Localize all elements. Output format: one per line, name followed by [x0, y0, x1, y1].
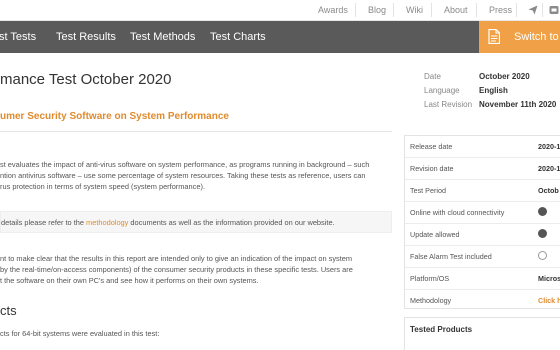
details-label: Online with cloud connectivity — [410, 208, 505, 217]
top-utility-bar: Awards Blog Wiki About Press — [0, 0, 560, 21]
main-nav: st Tests Test Results Test Methods Test … — [0, 21, 560, 53]
meta-language-label: Language — [424, 86, 460, 95]
products-intro-text: cts for 64-bit systems were evaluated in… — [0, 329, 160, 338]
details-row-update-allowed: Update allowed — [405, 224, 560, 246]
top-link-awards[interactable]: Awards — [318, 4, 348, 16]
check-filled-icon — [538, 229, 547, 238]
top-separator — [431, 3, 432, 17]
top-separator — [516, 3, 517, 17]
social-icon[interactable] — [549, 4, 559, 16]
top-link-wiki[interactable]: Wiki — [406, 4, 423, 16]
check-empty-icon — [538, 251, 547, 260]
methodology-link[interactable]: methodology — [86, 218, 128, 227]
details-row-methodology: Methodology Click h — [405, 290, 560, 311]
details-row-release-date: Release date 2020-1 — [405, 136, 560, 158]
nav-item-test-results[interactable]: Test Results — [56, 21, 116, 53]
intro-line: st evaluates the impact of anti-virus so… — [0, 160, 370, 169]
note-box: details please refer to the methodology … — [0, 211, 392, 233]
details-label: Update allowed — [410, 230, 460, 239]
top-link-blog[interactable]: Blog — [368, 4, 386, 16]
top-link-press[interactable]: Press — [489, 4, 512, 16]
tested-products-label[interactable]: Tested Products — [410, 325, 472, 334]
send-icon[interactable] — [528, 4, 538, 16]
switch-language-label: Switch to E — [514, 31, 560, 43]
note-suffix: documents as well as the information pro… — [128, 218, 335, 227]
nav-item-test-charts[interactable]: Test Charts — [210, 21, 266, 53]
meta-language-value: English — [479, 86, 508, 95]
nav-item-test-methods[interactable]: Test Methods — [130, 21, 195, 53]
details-label: Platform/OS — [410, 274, 450, 283]
document-icon — [488, 28, 501, 45]
meta-date-label: Date — [424, 72, 441, 81]
note-prefix: details please refer to the — [1, 218, 87, 227]
top-separator — [355, 3, 356, 17]
details-row-false-alarm: False Alarm Test included — [405, 246, 560, 268]
methodology-click-link[interactable]: Click h — [538, 296, 560, 305]
top-separator — [393, 3, 394, 17]
page-title: mance Test October 2020 — [0, 71, 172, 88]
test-details-table: Release date 2020-1 Revision date 2020-1… — [404, 135, 560, 309]
details-row-revision-date: Revision date 2020-1 — [405, 158, 560, 180]
top-separator — [542, 3, 543, 17]
intro-paragraph: st evaluates the impact of anti-virus so… — [0, 159, 382, 192]
tested-products-heading: cts — [0, 303, 17, 318]
note-text: details please refer to the methodology … — [1, 218, 335, 227]
details-label: Test Period — [410, 186, 446, 195]
details-value: Octob — [538, 186, 559, 195]
details-row-platform: Platform/OS Micros — [405, 268, 560, 290]
details-value: 2020-1 — [538, 164, 560, 173]
intro-line: ntion antivirus software – use some perc… — [0, 171, 366, 180]
divider — [0, 131, 392, 132]
top-link-about[interactable]: About — [444, 4, 468, 16]
details-label: False Alarm Test included — [410, 252, 492, 261]
top-separator — [476, 3, 477, 17]
switch-language-button[interactable]: Switch to E — [479, 21, 560, 53]
intro-line: rus protection in terms of system speed … — [0, 182, 205, 191]
meta-revision-value: November 11th 2020 — [479, 100, 557, 109]
details-value: 2020-1 — [538, 142, 560, 151]
disclaimer-paragraph: nt to make clear that the results in thi… — [0, 253, 382, 286]
tested-products-box: Tested Products — [404, 317, 560, 350]
check-filled-icon — [538, 207, 547, 216]
disclaimer-line: t the software on their own PC's and see… — [0, 276, 259, 285]
details-row-test-period: Test Period Octob — [405, 180, 560, 202]
disclaimer-line: nt to make clear that the results in thi… — [0, 254, 353, 263]
disclaimer-line: by the real-time/on-access components) o… — [0, 265, 353, 274]
page-subtitle: umer Security Software on System Perform… — [0, 111, 229, 122]
details-label: Revision date — [410, 164, 454, 173]
details-row-cloud-connectivity: Online with cloud connectivity — [405, 202, 560, 224]
meta-date-value: October 2020 — [479, 72, 530, 81]
details-label: Release date — [410, 142, 453, 151]
nav-item-latest-tests[interactable]: st Tests — [0, 21, 36, 53]
details-label: Methodology — [410, 296, 452, 305]
details-value: Micros — [538, 274, 560, 283]
meta-revision-label: Last Revision — [424, 100, 473, 109]
